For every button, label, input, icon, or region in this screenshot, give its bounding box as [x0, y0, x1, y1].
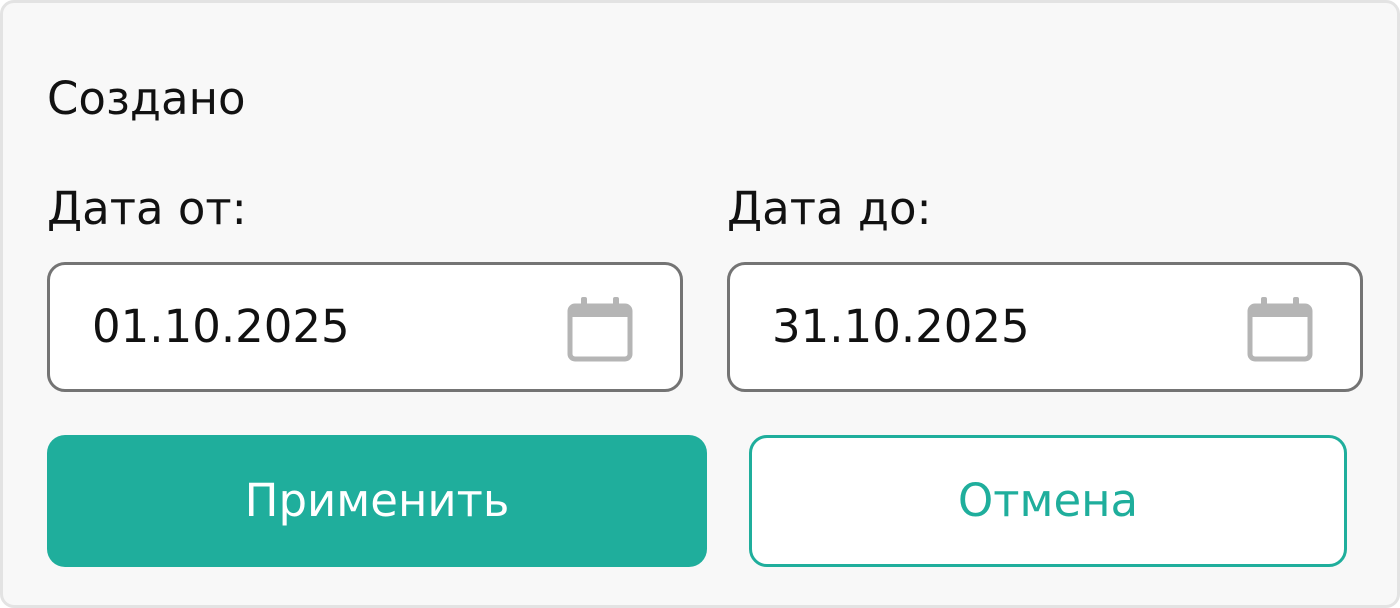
- date-to-field[interactable]: 31.10.2025: [727, 262, 1363, 392]
- date-from-field[interactable]: 01.10.2025: [47, 262, 683, 392]
- date-to-value: 31.10.2025: [772, 300, 1030, 353]
- date-filter-panel: Создано Дата от: Дата до: 01.10.2025 31.…: [0, 0, 1400, 608]
- date-to-label: Дата до:: [727, 182, 932, 235]
- date-from-label: Дата от:: [47, 182, 247, 235]
- calendar-icon[interactable]: [1246, 295, 1314, 363]
- cancel-button[interactable]: Отмена: [749, 435, 1347, 567]
- apply-button[interactable]: Применить: [47, 435, 707, 567]
- section-title: Создано: [47, 72, 246, 125]
- calendar-icon[interactable]: [566, 295, 634, 363]
- date-from-value: 01.10.2025: [92, 300, 350, 353]
